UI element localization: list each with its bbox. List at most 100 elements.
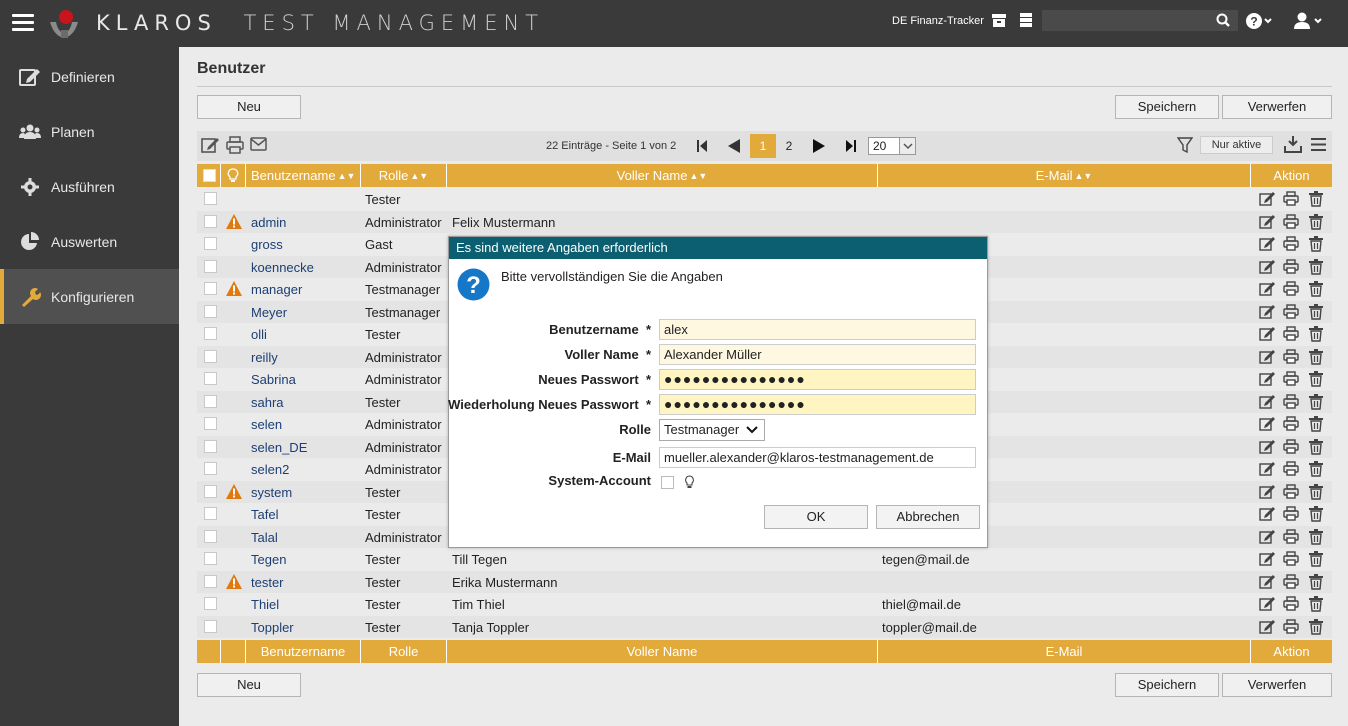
username-field[interactable]: alex — [659, 319, 976, 340]
cell-username[interactable]: system — [251, 485, 292, 500]
delete-row-icon[interactable] — [1309, 326, 1323, 342]
delete-row-icon[interactable] — [1309, 461, 1323, 477]
fullname-field[interactable]: Alexander Müller — [659, 344, 976, 365]
save-button-bottom[interactable]: Speichern — [1115, 673, 1219, 697]
header-select-all[interactable] — [197, 164, 221, 187]
active-only-toggle[interactable]: Nur aktive — [1200, 136, 1273, 154]
cell-username[interactable]: reilly — [251, 350, 278, 365]
search-input[interactable] — [1042, 10, 1238, 31]
cell-username[interactable]: selen — [251, 417, 282, 432]
cell-username[interactable]: gross — [251, 237, 283, 252]
delete-row-icon[interactable] — [1309, 573, 1323, 590]
table-row[interactable]: tester Tester Erika Mustermann — [197, 570, 1332, 593]
dialog-title[interactable]: Es sind weitere Angaben erforderlich — [449, 237, 987, 259]
print-row-icon[interactable] — [1283, 596, 1299, 612]
row-checkbox[interactable] — [204, 439, 217, 453]
sidebar-item-definieren[interactable]: Definieren — [0, 49, 179, 104]
edit-row-icon[interactable] — [1259, 484, 1276, 500]
filter-icon[interactable] — [1177, 137, 1193, 153]
archive-icon[interactable] — [991, 12, 1007, 28]
print-row-icon[interactable] — [1283, 258, 1299, 275]
header-fullname[interactable]: Voller Name ▲▼ — [447, 164, 878, 187]
row-checkbox[interactable] — [204, 192, 217, 205]
page-size-select[interactable]: 20 — [868, 137, 916, 155]
print-row-icon[interactable] — [1283, 213, 1299, 230]
delete-row-icon[interactable] — [1309, 371, 1323, 387]
cell-username[interactable]: Sabrina — [251, 372, 296, 387]
edit-row-icon[interactable] — [1259, 191, 1276, 207]
ok-button[interactable]: OK — [764, 505, 868, 529]
database-icon[interactable] — [1018, 12, 1034, 28]
cell-username[interactable]: tester — [251, 575, 284, 590]
sidebar-item-planen[interactable]: Planen — [0, 104, 179, 159]
cell-username[interactable]: Talal — [251, 530, 278, 545]
edit-row-icon[interactable] — [1259, 371, 1276, 387]
cell-username[interactable]: selen2 — [251, 462, 289, 477]
delete-row-icon[interactable] — [1309, 596, 1323, 612]
print-row-icon[interactable] — [1283, 438, 1299, 455]
edit-row-icon[interactable] — [1259, 461, 1276, 477]
row-checkbox[interactable] — [204, 574, 217, 588]
print-row-icon[interactable] — [1283, 191, 1299, 207]
delete-row-icon[interactable] — [1309, 393, 1323, 410]
row-checkbox[interactable] — [204, 417, 217, 430]
next-page-icon[interactable] — [812, 139, 826, 153]
new-button[interactable]: Neu — [197, 95, 301, 119]
edit-row-icon[interactable] — [1259, 619, 1276, 635]
row-checkbox[interactable] — [204, 597, 217, 610]
delete-row-icon[interactable] — [1309, 213, 1323, 230]
print-row-icon[interactable] — [1283, 573, 1299, 590]
delete-row-icon[interactable] — [1309, 236, 1323, 252]
edit-row-icon[interactable] — [1259, 551, 1276, 567]
edit-row-icon[interactable] — [1259, 416, 1276, 432]
delete-row-icon[interactable] — [1309, 348, 1323, 365]
table-row[interactable]: Tegen Tester Till Tegen tegen@mail.de — [197, 548, 1332, 570]
table-row[interactable]: Tester — [197, 188, 1332, 210]
delete-row-icon[interactable] — [1309, 281, 1323, 297]
table-row[interactable]: admin Administrator Felix Mustermann — [197, 210, 1332, 233]
delete-row-icon[interactable] — [1309, 528, 1323, 545]
row-checkbox[interactable] — [204, 237, 217, 250]
column-menu-icon[interactable] — [1311, 138, 1326, 151]
email-field[interactable]: mueller.alexander@klaros-testmanagement.… — [659, 447, 976, 468]
delete-row-icon[interactable] — [1309, 258, 1323, 275]
edit-row-icon[interactable] — [1259, 529, 1276, 545]
print-row-icon[interactable] — [1283, 528, 1299, 545]
select-all-checkbox[interactable] — [203, 169, 216, 182]
cell-username[interactable]: Tegen — [251, 552, 286, 567]
edit-row-icon[interactable] — [1259, 506, 1276, 522]
password-repeat-field[interactable]: ●●●●●●●●●●●●●●● — [659, 394, 976, 415]
header-username[interactable]: Benutzername ▲▼ — [246, 164, 361, 187]
page-1-button[interactable]: 1 — [750, 134, 776, 158]
edit-row-icon[interactable] — [1259, 574, 1276, 590]
export-icon[interactable] — [1284, 135, 1302, 153]
cell-username[interactable]: olli — [251, 327, 267, 342]
password-field[interactable]: ●●●●●●●●●●●●●●● — [659, 369, 976, 390]
header-email[interactable]: E-Mail ▲▼ — [878, 164, 1251, 187]
edit-row-icon[interactable] — [1259, 214, 1276, 230]
print-row-icon[interactable] — [1283, 371, 1299, 387]
bulk-edit-icon[interactable] — [201, 136, 221, 154]
save-button[interactable]: Speichern — [1115, 95, 1219, 119]
search-icon[interactable] — [1216, 13, 1230, 27]
user-menu-icon[interactable] — [1293, 12, 1325, 30]
print-row-icon[interactable] — [1283, 416, 1299, 432]
cell-username[interactable]: Toppler — [251, 620, 294, 635]
cell-username[interactable]: Thiel — [251, 597, 279, 612]
row-checkbox[interactable] — [204, 529, 217, 543]
hamburger-menu-icon[interactable] — [12, 14, 34, 32]
discard-button[interactable]: Verwerfen — [1222, 95, 1332, 119]
sidebar-item-konfigurieren[interactable]: Konfigurieren — [0, 269, 179, 324]
print-row-icon[interactable] — [1283, 393, 1299, 410]
print-row-icon[interactable] — [1283, 348, 1299, 365]
delete-row-icon[interactable] — [1309, 506, 1323, 522]
cell-username[interactable]: Tafel — [251, 507, 278, 522]
edit-row-icon[interactable] — [1259, 259, 1276, 275]
print-icon[interactable] — [226, 136, 244, 154]
sidebar-item-ausfuehren[interactable]: Ausführen — [0, 159, 179, 214]
cell-username[interactable]: koennecke — [251, 260, 314, 275]
row-checkbox[interactable] — [204, 507, 217, 520]
row-checkbox[interactable] — [204, 372, 217, 385]
print-row-icon[interactable] — [1283, 506, 1299, 522]
cell-username[interactable]: selen_DE — [251, 440, 307, 455]
